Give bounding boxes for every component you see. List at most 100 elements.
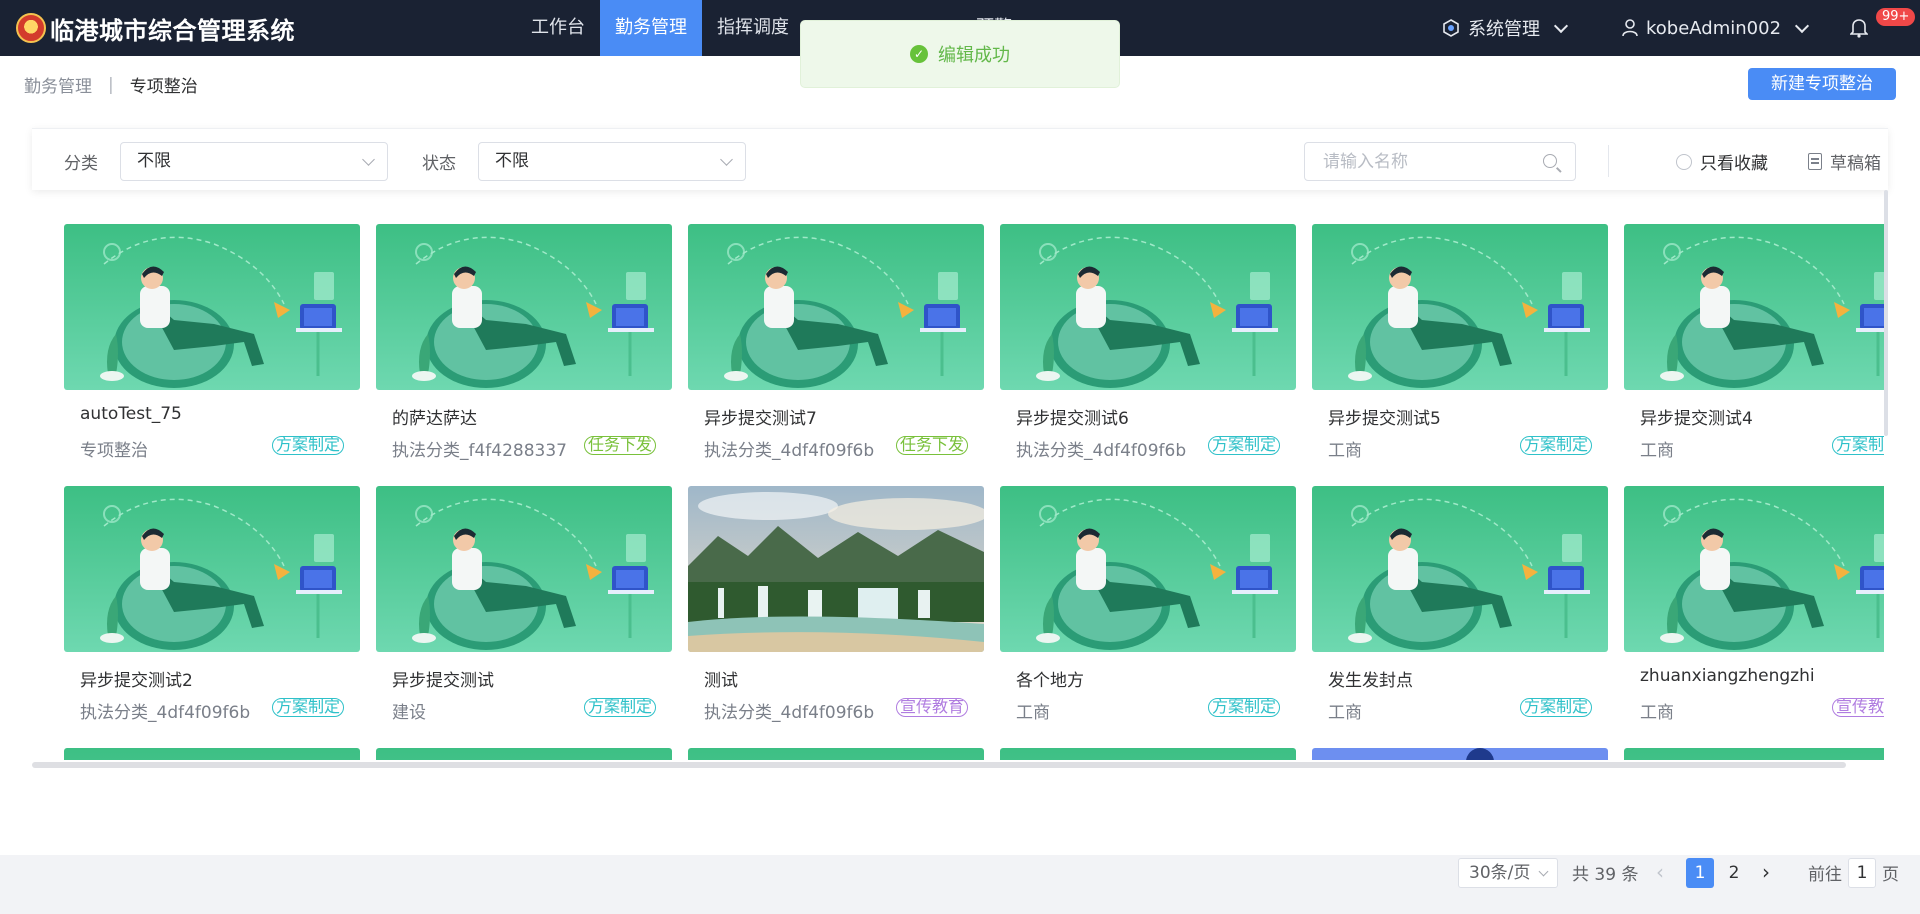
campaign-card[interactable]: 异步提交测试5 工商 方案制定 (1312, 224, 1608, 466)
goto-label: 前往 (1808, 865, 1842, 885)
card-title[interactable]: 异步提交测试 (376, 666, 672, 691)
nav-item-workbench[interactable]: 工作台 (516, 0, 600, 56)
card-category: 执法分类_4df4f09f6b (704, 441, 875, 461)
page-number-1[interactable]: 1 (1686, 858, 1714, 888)
nav-item-dispatch[interactable]: 指挥调度 (702, 0, 804, 56)
campaign-card[interactable]: 异步提交测试7 执法分类_4df4f09f6b 任务下发 (688, 224, 984, 466)
relaxing-man-illustration (376, 224, 672, 390)
campaign-card[interactable]: 异步提交测试2 执法分类_4df4f09f6b 方案制定 (64, 486, 360, 728)
campaign-card[interactable]: 测试 执法分类_4df4f09f6b 宣传教育 (688, 486, 984, 728)
card-thumbnail[interactable] (688, 486, 984, 652)
relaxing-man-illustration (1312, 486, 1608, 652)
page-size-select[interactable]: 30条/页 (1458, 858, 1558, 888)
category-select[interactable]: 不限 (120, 142, 388, 181)
campaign-card[interactable]: 异步提交测试 建设 方案制定 (376, 486, 672, 728)
relaxing-man-illustration (1000, 486, 1296, 652)
card-title[interactable]: 异步提交测试6 (1000, 404, 1296, 429)
search-input[interactable] (1305, 143, 1525, 180)
create-special-campaign-button[interactable]: 新建专项整治 (1748, 68, 1896, 100)
campaign-card[interactable]: 的萨达萨达 执法分类_f4f4288337 任务下发 (376, 224, 672, 466)
nav-item-duty-management[interactable]: 勤务管理 (600, 0, 702, 56)
card-thumbnail[interactable] (1624, 748, 1884, 760)
campaign-card[interactable]: 异步提交测试4 工商 方案制定 (1624, 224, 1884, 466)
campaign-card[interactable]: 各个地方 工商 方案制定 (1000, 486, 1296, 728)
status-select-value: 不限 (495, 151, 529, 171)
campaign-card[interactable] (376, 748, 672, 760)
card-thumbnail[interactable] (376, 486, 672, 652)
relaxing-man-illustration (1624, 224, 1884, 390)
notifications[interactable]: 99+ (1850, 0, 1916, 56)
radio-circle-icon[interactable] (1676, 153, 1692, 170)
campaign-card[interactable] (688, 748, 984, 760)
campaign-card[interactable]: autoTest_75 专项整治 方案制定 (64, 224, 360, 466)
favorites-only-label: 只看收藏 (1700, 154, 1768, 174)
campaign-card[interactable]: 异步提交测试6 执法分类_4df4f09f6b 方案制定 (1000, 224, 1296, 466)
card-title[interactable]: zhuanxiangzhengzhi (1624, 666, 1884, 688)
card-thumbnail[interactable] (1000, 224, 1296, 390)
card-thumbnail[interactable] (1312, 224, 1608, 390)
card-thumbnail[interactable] (1000, 748, 1296, 760)
card-title[interactable]: 测试 (688, 666, 984, 691)
campaign-card[interactable] (1312, 748, 1608, 760)
chevron-down-icon (1553, 18, 1569, 33)
card-thumbnail[interactable] (1624, 224, 1884, 390)
status-tag: 方案制定 (1832, 436, 1884, 455)
card-category: 执法分类_4df4f09f6b (80, 703, 251, 723)
status-tag: 任务下发 (584, 436, 656, 455)
relaxing-man-illustration (64, 486, 360, 652)
relaxing-man-illustration (1000, 748, 1296, 760)
breadcrumb-current: 专项整治 (129, 77, 198, 97)
favorites-only-toggle[interactable]: 只看收藏 (1676, 149, 1768, 174)
divider (1608, 145, 1609, 177)
next-page-icon[interactable]: › (1762, 860, 1770, 884)
horizontal-scrollbar[interactable] (32, 762, 1846, 768)
card-category: 工商 (1640, 703, 1674, 723)
card-thumbnail[interactable] (1624, 486, 1884, 652)
relaxing-man-illustration (688, 224, 984, 390)
card-thumbnail[interactable] (376, 748, 672, 760)
card-thumbnail[interactable] (64, 748, 360, 760)
category-label: 分类 (64, 154, 98, 174)
card-thumbnail[interactable] (1312, 748, 1608, 760)
card-title[interactable]: 异步提交测试4 (1624, 404, 1884, 429)
chevron-down-icon (1794, 18, 1810, 33)
campaign-card[interactable] (1000, 748, 1296, 760)
card-thumbnail[interactable] (688, 224, 984, 390)
campaign-card[interactable]: zhuanxiangzhengzhi 工商 宣传教育 (1624, 486, 1884, 728)
campaign-card[interactable]: 发生发封点 工商 方案制定 (1312, 486, 1608, 728)
vertical-scrollbar[interactable] (1884, 190, 1888, 436)
prev-page-icon[interactable]: ‹ (1656, 860, 1664, 884)
card-title[interactable]: 异步提交测试5 (1312, 404, 1608, 429)
card-title[interactable]: 发生发封点 (1312, 666, 1608, 691)
system-management-menu[interactable]: 系统管理 (1442, 0, 1569, 56)
bell-icon (1850, 19, 1868, 38)
card-thumbnail[interactable] (64, 224, 360, 390)
status-select[interactable]: 不限 (478, 142, 746, 181)
card-title[interactable]: 异步提交测试2 (64, 666, 360, 691)
card-title[interactable]: 各个地方 (1000, 666, 1296, 691)
goto-page-input[interactable]: 1 (1848, 858, 1876, 888)
drafts-label: 草稿箱 (1830, 154, 1881, 174)
chevron-down-icon (362, 153, 375, 166)
card-title[interactable]: 的萨达萨达 (376, 404, 672, 429)
card-title[interactable]: autoTest_75 (64, 404, 360, 426)
card-title[interactable]: 异步提交测试7 (688, 404, 984, 429)
card-thumbnail[interactable] (1312, 486, 1608, 652)
card-thumbnail[interactable] (688, 748, 984, 760)
relaxing-man-illustration (376, 486, 672, 652)
page-number-2[interactable]: 2 (1720, 858, 1748, 888)
system-management-label: 系统管理 (1468, 19, 1540, 40)
card-thumbnail[interactable] (64, 486, 360, 652)
card-thumbnail[interactable] (376, 224, 672, 390)
user-menu[interactable]: kobeAdmin002 (1622, 0, 1810, 56)
card-thumbnail[interactable] (1000, 486, 1296, 652)
breadcrumb-parent[interactable]: 勤务管理 (24, 72, 92, 97)
card-category: 工商 (1640, 441, 1674, 461)
search-icon[interactable] (1543, 154, 1557, 168)
campaign-card[interactable] (64, 748, 360, 760)
blue-illustration (1312, 748, 1608, 760)
campaign-card[interactable] (1624, 748, 1884, 760)
status-tag: 方案制定 (1208, 436, 1280, 455)
status-tag: 方案制定 (1208, 698, 1280, 717)
drafts-button[interactable]: 草稿箱 (1808, 149, 1881, 174)
